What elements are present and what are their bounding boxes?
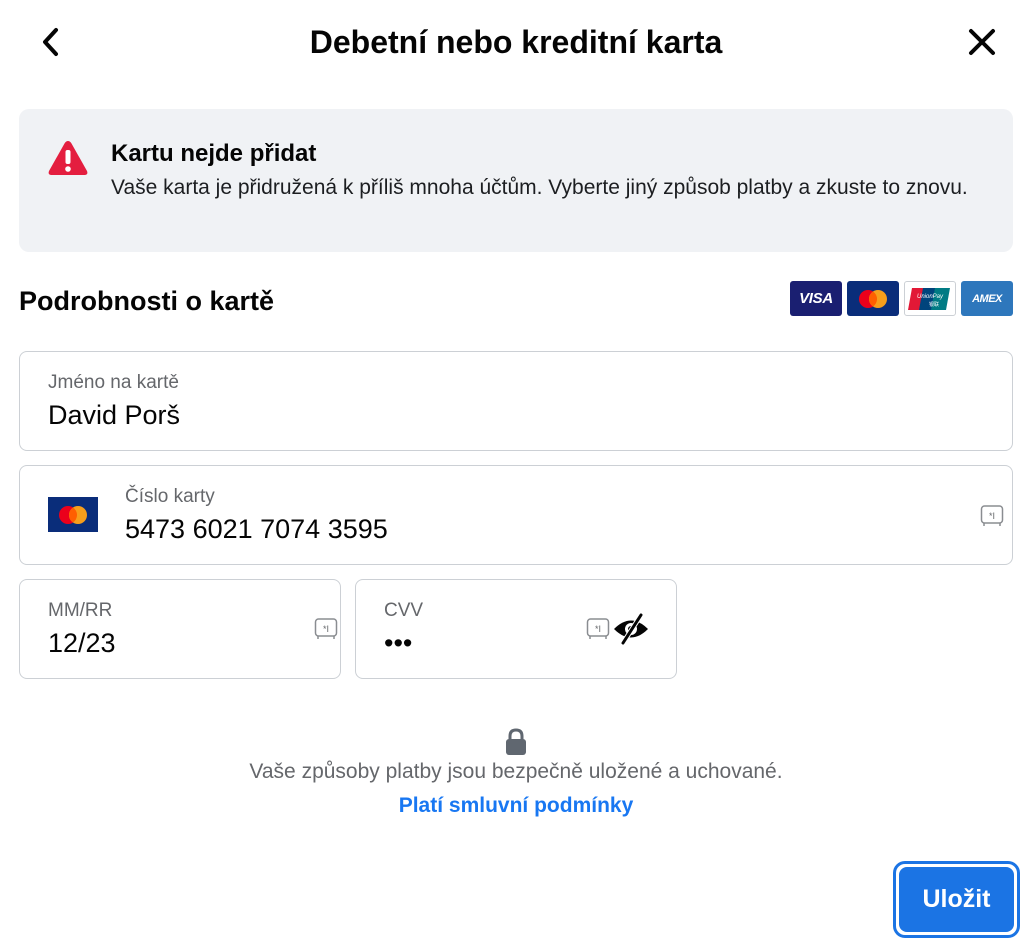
cvv-label: CVV (384, 600, 424, 621)
warning-triangle-icon (48, 141, 88, 175)
visa-logo: VISA (790, 281, 842, 316)
save-button[interactable]: Uložit (893, 861, 1020, 938)
cvv-value[interactable]: ••• (384, 627, 412, 659)
dialog-header: Debetní nebo kreditní karta (0, 0, 1032, 84)
accepted-cards: VISA UnionPay 银联 AMEX (790, 281, 1013, 316)
eye-slash-icon[interactable] (612, 612, 650, 646)
svg-text:UnionPay: UnionPay (917, 294, 944, 300)
expiry-date-field[interactable]: MM/RR 12/23 *I (19, 579, 341, 679)
autofill-icon[interactable]: *I (980, 504, 1004, 528)
autofill-icon[interactable]: *I (586, 617, 610, 641)
close-icon (969, 29, 995, 55)
card-number-value[interactable]: 5473 6021 7074 3595 (125, 513, 388, 545)
alert-message: Vaše karta je přidružená k příliš mnoha … (111, 176, 968, 199)
name-value[interactable]: David Porš (48, 399, 180, 431)
unionpay-logo: UnionPay 银联 (904, 281, 956, 316)
mastercard-icon (48, 497, 98, 532)
card-number-field[interactable]: Číslo karty 5473 6021 7074 3595 *I (19, 465, 1013, 565)
expiry-value[interactable]: 12/23 (48, 627, 116, 659)
dialog-title: Debetní nebo kreditní karta (309, 24, 723, 60)
svg-text:*I: *I (323, 624, 329, 634)
mastercard-logo (847, 281, 899, 316)
svg-text:*I: *I (989, 511, 995, 521)
svg-text:银联: 银联 (929, 301, 939, 308)
secure-storage-text: Vaše způsoby platby jsou bezpečně uložen… (249, 760, 783, 783)
error-alert: Kartu nejde přidat Vaše karta je přidruž… (19, 109, 1013, 252)
close-button[interactable] (962, 22, 1002, 62)
save-button-label: Uložit (899, 867, 1014, 932)
svg-text:*I: *I (595, 624, 601, 634)
name-label: Jméno na kartě (48, 372, 179, 393)
alert-title: Kartu nejde přidat (111, 140, 317, 167)
autofill-icon[interactable]: *I (314, 617, 338, 641)
card-details-heading: Podrobnosti o kartě (19, 286, 275, 316)
amex-logo: AMEX (961, 281, 1013, 316)
card-number-label: Číslo karty (125, 486, 215, 507)
cvv-field[interactable]: CVV ••• *I (355, 579, 677, 679)
cardholder-name-field[interactable]: Jméno na kartě David Porš (19, 351, 1013, 451)
expiry-label: MM/RR (48, 600, 113, 621)
lock-icon (506, 728, 526, 755)
terms-link[interactable]: Platí smluvní podmínky (0, 792, 1032, 820)
